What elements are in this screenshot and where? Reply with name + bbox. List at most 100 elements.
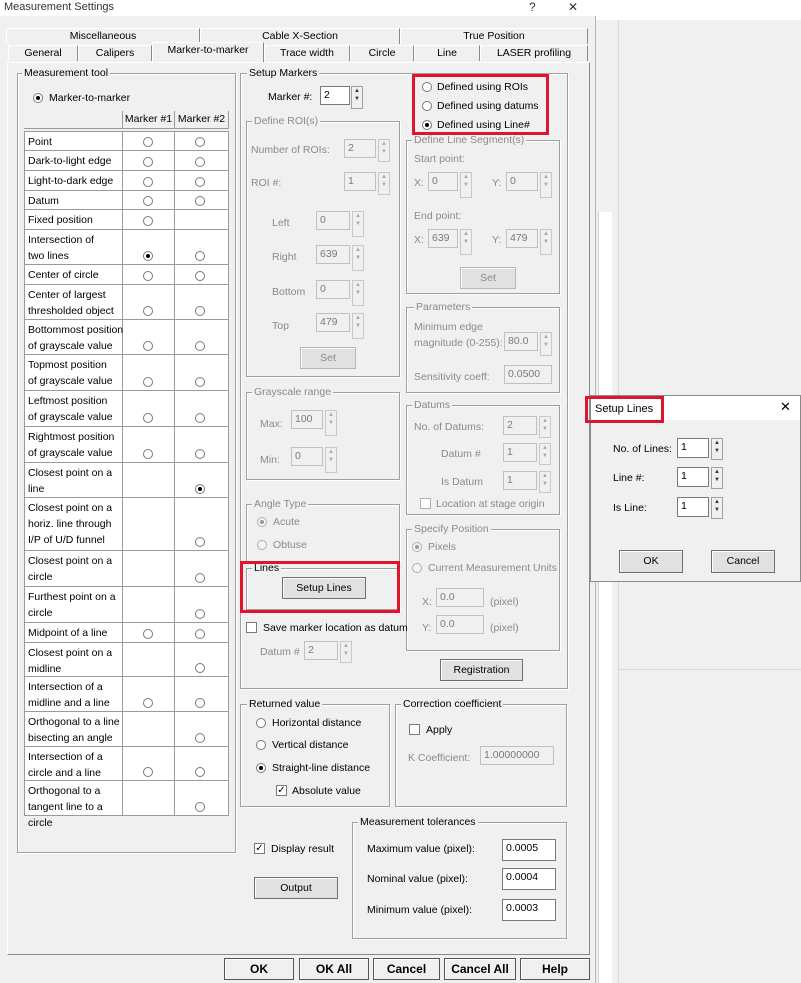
close-icon[interactable]: ✕ [568, 0, 578, 14]
marker2-radio[interactable] [195, 196, 205, 206]
marker2-radio[interactable] [195, 137, 205, 147]
tab-general[interactable]: General [8, 45, 78, 61]
marker1-radio[interactable] [143, 157, 153, 167]
horizontal-distance-radio[interactable] [256, 718, 266, 728]
num-lines-spinner[interactable]: ▲ ▼ [711, 438, 723, 460]
marker1-radio[interactable] [143, 137, 153, 147]
marker2-radio[interactable] [195, 802, 205, 812]
marker1-radio[interactable] [143, 449, 153, 459]
help-icon[interactable]: ? [529, 0, 536, 14]
location-at-origin-checkbox[interactable] [420, 498, 431, 509]
marker-number-field[interactable]: 2 [320, 86, 350, 105]
marker1-radio[interactable] [143, 377, 153, 387]
tab-calipers[interactable]: Calipers [78, 45, 152, 61]
marker2-radio[interactable] [195, 413, 205, 423]
roi-left-spinner[interactable]: ▲ ▼ [352, 211, 364, 237]
marker1-radio[interactable] [143, 698, 153, 708]
sensitivity-field[interactable]: 0.0500 [504, 365, 552, 384]
datum-number-field[interactable]: 1 [503, 443, 537, 462]
max-value-field[interactable]: 0.0005 [502, 839, 556, 861]
end-y-field[interactable]: 479 [506, 229, 538, 248]
marker2-radio[interactable] [195, 377, 205, 387]
num-lines-field[interactable]: 1 [677, 438, 709, 458]
marker2-radio[interactable] [195, 251, 205, 261]
roi-top-spinner[interactable]: ▲ ▼ [352, 313, 364, 339]
roi-left-field[interactable]: 0 [316, 211, 350, 230]
min-edge-spinner[interactable]: ▲ ▼ [540, 332, 552, 356]
tab-true-position[interactable]: True Position [400, 28, 588, 44]
is-datum-spinner[interactable]: ▲ ▼ [539, 471, 551, 493]
datum-hash-spinner[interactable]: ▲ ▼ [340, 641, 352, 663]
start-x-spinner[interactable]: ▲ ▼ [460, 172, 472, 198]
roi-set-button[interactable]: Set [300, 347, 356, 369]
marker2-radio[interactable] [195, 157, 205, 167]
grayscale-min-spinner[interactable]: ▲ ▼ [325, 447, 337, 473]
marker1-radio[interactable] [143, 216, 153, 226]
pixels-radio[interactable] [412, 542, 422, 552]
grayscale-min-field[interactable]: 0 [291, 447, 323, 466]
start-x-field[interactable]: 0 [428, 172, 458, 191]
position-x-field[interactable]: 0.0 [436, 588, 484, 607]
cancel-button[interactable]: Cancel [373, 958, 440, 980]
marker2-radio[interactable] [195, 177, 205, 187]
marker1-radio[interactable] [143, 767, 153, 777]
apply-checkbox[interactable] [409, 724, 420, 735]
help-button[interactable]: Help [520, 958, 590, 980]
is-line-spinner[interactable]: ▲ ▼ [711, 497, 723, 519]
line-segment-set-button[interactable]: Set [460, 267, 516, 289]
num-datums-spinner[interactable]: ▲ ▼ [539, 416, 551, 438]
marker2-radio[interactable] [195, 573, 205, 583]
marker1-radio[interactable] [143, 413, 153, 423]
obtuse-radio[interactable] [257, 540, 267, 550]
tab-circle[interactable]: Circle [350, 45, 414, 61]
ok-all-button[interactable]: OK All [299, 958, 369, 980]
grayscale-max-field[interactable]: 100 [291, 410, 323, 429]
line-number-field[interactable]: 1 [677, 467, 709, 487]
marker2-radio[interactable] [195, 767, 205, 777]
grayscale-max-spinner[interactable]: ▲ ▼ [325, 410, 337, 436]
end-x-field[interactable]: 639 [428, 229, 458, 248]
datum-hash-field[interactable]: 2 [304, 641, 338, 660]
registration-button[interactable]: Registration [440, 659, 523, 681]
straight-line-distance-radio[interactable] [256, 763, 266, 773]
min-edge-field[interactable]: 80.0 [504, 332, 538, 351]
marker2-radio[interactable] [195, 609, 205, 619]
line-number-spinner[interactable]: ▲ ▼ [711, 467, 723, 489]
marker1-radio[interactable] [143, 177, 153, 187]
marker1-radio[interactable] [143, 251, 153, 261]
marker2-radio[interactable] [195, 341, 205, 351]
tab-trace-width[interactable]: Trace width [264, 45, 350, 61]
roi-number-spinner[interactable]: ▲ ▼ [378, 172, 390, 195]
display-result-checkbox[interactable]: ✓ [254, 843, 265, 854]
acute-radio[interactable] [257, 517, 267, 527]
cancel-all-button[interactable]: Cancel All [444, 958, 516, 980]
min-value-field[interactable]: 0.0003 [502, 899, 556, 921]
tab-laser-profiling[interactable]: LASER profiling [480, 45, 588, 61]
marker2-radio[interactable] [195, 271, 205, 281]
setup-lines-cancel-button[interactable]: Cancel [711, 550, 775, 573]
tab-marker-to-marker[interactable]: Marker-to-marker [152, 42, 264, 62]
roi-right-field[interactable]: 639 [316, 245, 350, 264]
absolute-value-checkbox[interactable]: ✓ [276, 785, 287, 796]
marker2-radio[interactable] [195, 629, 205, 639]
tab-line[interactable]: Line [414, 45, 480, 61]
start-y-field[interactable]: 0 [506, 172, 538, 191]
roi-bottom-spinner[interactable]: ▲ ▼ [352, 280, 364, 306]
position-y-field[interactable]: 0.0 [436, 615, 484, 634]
marker2-radio[interactable] [195, 663, 205, 673]
output-button[interactable]: Output [254, 877, 338, 899]
roi-top-field[interactable]: 479 [316, 313, 350, 332]
marker2-radio[interactable] [195, 698, 205, 708]
marker-to-marker-radio[interactable] [33, 93, 43, 103]
vertical-distance-radio[interactable] [256, 740, 266, 750]
nominal-value-field[interactable]: 0.0004 [502, 868, 556, 890]
marker1-radio[interactable] [143, 306, 153, 316]
marker2-radio[interactable] [195, 449, 205, 459]
datum-number-spinner[interactable]: ▲ ▼ [539, 443, 551, 465]
end-y-spinner[interactable]: ▲ ▼ [540, 229, 552, 255]
marker1-radio[interactable] [143, 629, 153, 639]
is-line-field[interactable]: 1 [677, 497, 709, 517]
number-of-rois-field[interactable]: 2 [344, 139, 376, 158]
marker2-radio[interactable] [195, 733, 205, 743]
roi-right-spinner[interactable]: ▲ ▼ [352, 245, 364, 271]
